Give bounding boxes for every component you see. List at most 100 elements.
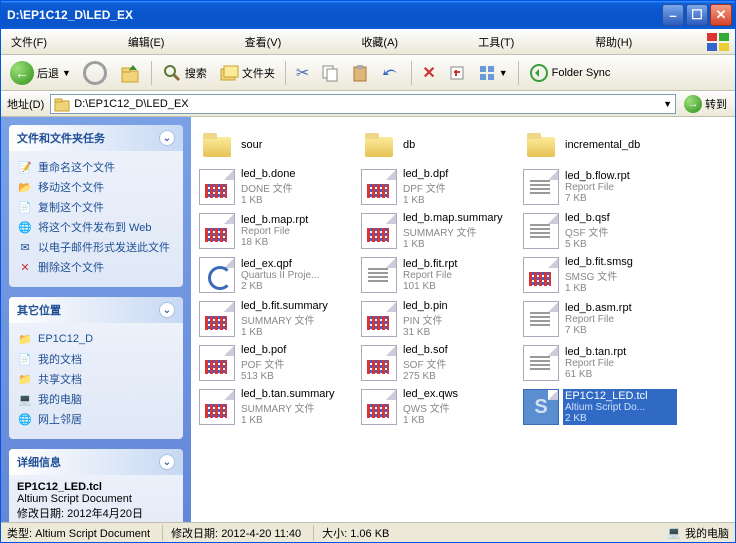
status-type-label: 类型:: [7, 528, 32, 540]
foldersync-button[interactable]: Folder Sync: [524, 61, 616, 85]
collapse-icon: ⌄: [159, 454, 175, 470]
menu-edit[interactable]: 编辑(E): [122, 32, 239, 52]
paste-button[interactable]: [346, 62, 374, 84]
go-button[interactable]: → 转到: [680, 95, 731, 113]
file-item[interactable]: led_b.fit.summary SUMMARY 文件 1 KB: [195, 297, 357, 341]
properties-icon: [448, 64, 466, 82]
chevron-down-icon: ▼: [499, 68, 508, 78]
menu-help[interactable]: 帮助(H): [589, 32, 706, 52]
file-name: led_b.fit.summary: [241, 300, 351, 312]
back-button[interactable]: ← 后退 ▼: [5, 59, 76, 87]
folder-item[interactable]: db: [357, 125, 519, 165]
address-field[interactable]: D:\EP1C12_D\LED_EX ▼: [50, 94, 676, 114]
titlebar[interactable]: D:\EP1C12_D\LED_EX – ☐ ✕: [1, 1, 735, 29]
place-parent[interactable]: 📁EP1C12_D: [17, 329, 175, 349]
file-type: DONE 文件: [241, 180, 351, 195]
file-item[interactable]: EP1C12_LED.tcl Altium Script Do... 2 KB: [519, 385, 681, 429]
file-item[interactable]: led_ex.qws QWS 文件 1 KB: [357, 385, 519, 429]
move-icon: 📂: [17, 179, 33, 195]
folder-item[interactable]: incremental_db: [519, 125, 681, 165]
menu-favorites[interactable]: 收藏(A): [355, 32, 472, 52]
places-panel-header[interactable]: 其它位置 ⌄: [9, 297, 183, 323]
file-item[interactable]: led_b.fit.rpt Report File 101 KB: [357, 253, 519, 297]
sidebar: 文件和文件夹任务 ⌄ 📝重命名这个文件 📂移动这个文件 📄复制这个文件 🌐将这个…: [1, 117, 191, 522]
file-size: 7 KB: [565, 193, 675, 204]
place-mydocs[interactable]: 📄我的文档: [17, 349, 175, 369]
place-network[interactable]: 🌐网上邻居: [17, 409, 175, 429]
file-item[interactable]: led_b.sof SOF 文件 275 KB: [357, 341, 519, 385]
properties-button[interactable]: [443, 62, 471, 84]
status-size-value: 1.06 KB: [350, 528, 389, 540]
maximize-button[interactable]: ☐: [686, 4, 708, 26]
file-item[interactable]: led_b.dpf DPF 文件 1 KB: [357, 165, 519, 209]
file-name: led_b.qsf: [565, 212, 675, 224]
details-filename: EP1C12_LED.tcl: [17, 481, 175, 493]
back-icon: ←: [10, 61, 34, 85]
details-filetype: Altium Script Document: [17, 493, 175, 505]
menu-tools[interactable]: 工具(T): [472, 32, 589, 52]
file-name: led_b.fit.rpt: [403, 258, 513, 270]
undo-icon: [381, 64, 401, 82]
status-location: 我的电脑: [685, 525, 729, 541]
close-button[interactable]: ✕: [710, 4, 732, 26]
file-item[interactable]: led_b.asm.rpt Report File 7 KB: [519, 297, 681, 341]
task-delete[interactable]: ✕删除这个文件: [17, 257, 175, 277]
minimize-button[interactable]: –: [662, 4, 684, 26]
file-item[interactable]: led_b.qsf QSF 文件 5 KB: [519, 209, 681, 253]
file-name: led_b.tan.summary: [241, 388, 351, 400]
menu-file[interactable]: 文件(F): [5, 32, 122, 52]
search-button[interactable]: 搜索: [157, 61, 212, 85]
file-item[interactable]: led_b.map.summary SUMMARY 文件 1 KB: [357, 209, 519, 253]
folder-icon: 📁: [17, 331, 33, 347]
file-item[interactable]: led_b.pin PIN 文件 31 KB: [357, 297, 519, 341]
folder-item[interactable]: sour: [195, 125, 357, 165]
place-shared[interactable]: 📁共享文档: [17, 369, 175, 389]
file-name: led_b.map.summary: [403, 212, 513, 224]
file-item[interactable]: led_ex.qpf Quartus II Proje... 2 KB: [195, 253, 357, 297]
back-label: 后退: [37, 65, 59, 81]
places-panel: 其它位置 ⌄ 📁EP1C12_D 📄我的文档 📁共享文档 💻我的电脑 🌐网上邻居: [9, 297, 183, 439]
place-mypc[interactable]: 💻我的电脑: [17, 389, 175, 409]
task-rename[interactable]: 📝重命名这个文件: [17, 157, 175, 177]
file-item[interactable]: led_b.pof POF 文件 513 KB: [195, 341, 357, 385]
cut-button[interactable]: ✂: [291, 61, 314, 85]
file-item[interactable]: led_b.done DONE 文件 1 KB: [195, 165, 357, 209]
views-button[interactable]: ▼: [473, 62, 513, 84]
undo-button[interactable]: [376, 62, 406, 84]
copy-button[interactable]: [316, 62, 344, 84]
file-name: led_b.dpf: [403, 168, 513, 180]
file-icon: [361, 257, 397, 293]
menu-view[interactable]: 查看(V): [239, 32, 356, 52]
forward-button[interactable]: [78, 59, 112, 87]
file-item[interactable]: led_b.fit.smsg SMSG 文件 1 KB: [519, 253, 681, 297]
folders-icon: [219, 63, 239, 83]
file-item[interactable]: led_b.tan.summary SUMMARY 文件 1 KB: [195, 385, 357, 429]
places-panel-title: 其它位置: [17, 302, 61, 318]
collapse-icon: ⌄: [159, 302, 175, 318]
file-item[interactable]: led_b.map.rpt Report File 18 KB: [195, 209, 357, 253]
file-type: QSF 文件: [565, 224, 675, 239]
file-icon: [523, 257, 559, 293]
file-item[interactable]: led_b.tan.rpt Report File 61 KB: [519, 341, 681, 385]
task-copy[interactable]: 📄复制这个文件: [17, 197, 175, 217]
task-publish[interactable]: 🌐将这个文件发布到 Web: [17, 217, 175, 237]
task-move[interactable]: 📂移动这个文件: [17, 177, 175, 197]
chevron-down-icon[interactable]: ▼: [663, 99, 672, 109]
shared-icon: 📁: [17, 371, 33, 387]
status-mod-label: 修改日期:: [171, 528, 218, 540]
details-panel-header[interactable]: 详细信息 ⌄: [9, 449, 183, 475]
up-button[interactable]: [114, 60, 146, 86]
addressbar: 地址(D) D:\EP1C12_D\LED_EX ▼ → 转到: [1, 91, 735, 117]
task-email[interactable]: ✉以电子邮件形式发送此文件: [17, 237, 175, 257]
copy-icon: [321, 64, 339, 82]
file-icon: [361, 345, 397, 381]
folders-button[interactable]: 文件夹: [214, 61, 280, 85]
file-list[interactable]: sour db incremental_db led_b.done DONE 文…: [191, 117, 735, 522]
file-item[interactable]: led_b.flow.rpt Report File 7 KB: [519, 165, 681, 209]
file-type: Report File: [565, 358, 675, 369]
search-label: 搜索: [185, 65, 207, 81]
search-icon: [162, 63, 182, 83]
tasks-panel-header[interactable]: 文件和文件夹任务 ⌄: [9, 125, 183, 151]
delete-button[interactable]: ✕: [417, 61, 440, 85]
file-type: SUMMARY 文件: [241, 400, 351, 415]
